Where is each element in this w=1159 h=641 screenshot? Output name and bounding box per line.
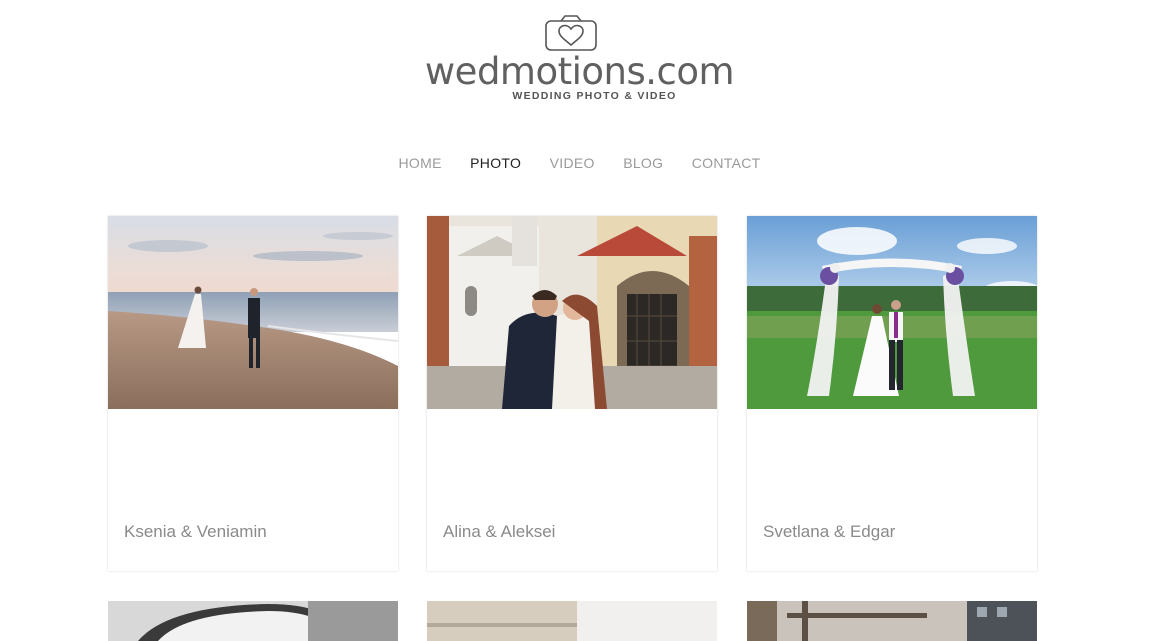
- main-nav: HOME PHOTO VIDEO BLOG CONTACT: [0, 155, 1159, 173]
- gallery-photo-building[interactable]: [427, 601, 717, 641]
- logo-tagline: WEDDING PHOTO & VIDEO: [512, 90, 677, 102]
- nav-home[interactable]: HOME: [399, 155, 442, 171]
- gallery-card-partial[interactable]: [427, 601, 717, 641]
- nav-blog[interactable]: BLOG: [623, 155, 663, 171]
- gallery-card-title[interactable]: Alina & Aleksei: [443, 522, 555, 542]
- gallery-photo-garden[interactable]: [747, 216, 1037, 409]
- gallery-card-partial[interactable]: [108, 601, 398, 641]
- nav-photo[interactable]: PHOTO: [470, 155, 521, 171]
- gallery-card-title[interactable]: Ksenia & Veniamin: [124, 522, 267, 542]
- logo-wordmark: wedmotions.com: [424, 50, 735, 93]
- site-logo[interactable]: wedmotions.com WEDDING PHOTO & VIDEO: [0, 0, 1159, 110]
- nav-video[interactable]: VIDEO: [550, 155, 595, 171]
- gallery-card[interactable]: Alina & Aleksei: [427, 216, 717, 571]
- gallery-card[interactable]: Ksenia & Veniamin: [108, 216, 398, 571]
- gallery-photo-crane[interactable]: [747, 601, 1037, 641]
- gallery-card-title[interactable]: Svetlana & Edgar: [763, 522, 895, 542]
- gallery-photo-car-bw[interactable]: [108, 601, 398, 641]
- gallery-photo-beach[interactable]: [108, 216, 398, 409]
- gallery-card[interactable]: Svetlana & Edgar: [747, 216, 1037, 571]
- gallery-photo-city[interactable]: [427, 216, 717, 409]
- nav-contact[interactable]: CONTACT: [692, 155, 761, 171]
- gallery-card-partial[interactable]: [747, 601, 1037, 641]
- camera-heart-icon: [545, 15, 597, 51]
